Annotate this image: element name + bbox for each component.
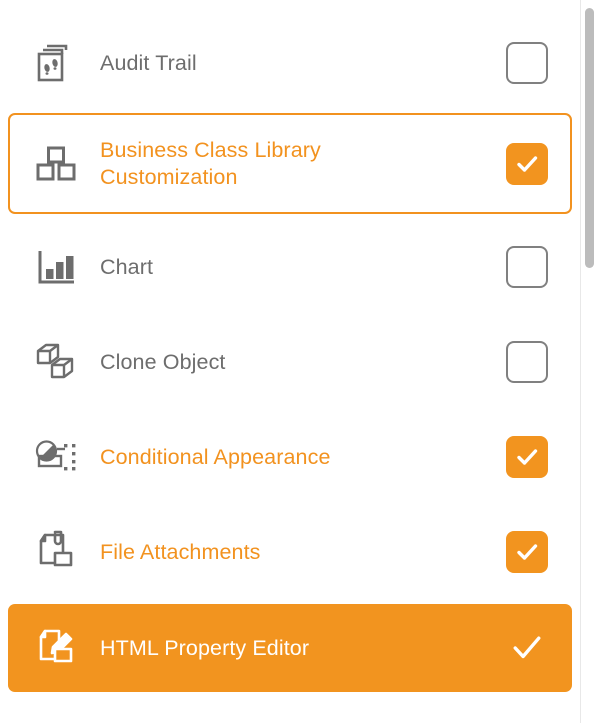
checkbox-cell[interactable]	[484, 531, 570, 573]
checkbox-file-attachments[interactable]	[506, 531, 548, 573]
html-property-editor-icon	[28, 625, 84, 671]
conditional-appearance-icon	[28, 434, 84, 480]
list-item-label: Audit Trail	[100, 50, 197, 75]
audit-trail-icon	[28, 40, 84, 86]
list-item-label: HTML Property Editor	[100, 635, 310, 660]
checkbox-chart[interactable]	[506, 246, 548, 288]
list-item[interactable]: HTML Property Editor	[8, 604, 572, 692]
checkbox-cell[interactable]	[484, 246, 570, 288]
list-item[interactable]: Audit Trail	[8, 20, 572, 106]
checkbox-cell[interactable]	[484, 436, 570, 478]
checkbox-conditional-appearance[interactable]	[506, 436, 548, 478]
checkbox-audit-trail[interactable]	[506, 42, 548, 84]
list-item-label: Chart	[100, 254, 154, 279]
list-item-label: Conditional Appearance	[100, 444, 331, 469]
checkbox-cell[interactable]	[484, 42, 570, 84]
list-item-label: Business Class Library Customization	[100, 137, 321, 189]
checkbox-business-class-library[interactable]	[506, 142, 548, 185]
clone-object-icon	[28, 339, 84, 385]
checkbox-html-property-editor[interactable]	[504, 625, 550, 671]
file-attachments-icon	[28, 529, 84, 575]
list-item[interactable]: File Attachments	[8, 509, 572, 595]
checkbox-cell[interactable]	[484, 341, 570, 383]
list-item[interactable]: Business Class Library Customization	[8, 113, 572, 214]
list-item[interactable]: Clone Object	[8, 319, 572, 405]
vertical-scrollbar[interactable]	[580, 0, 596, 723]
list-item-label: Clone Object	[100, 349, 226, 374]
scrollbar-thumb[interactable]	[585, 8, 594, 268]
feature-selection-list[interactable]: Audit Trail Business Class Library Custo…	[0, 0, 580, 723]
checkbox-cell[interactable]	[484, 625, 570, 671]
list-item[interactable]: Chart	[8, 224, 572, 310]
list-item[interactable]: Conditional Appearance	[8, 414, 572, 500]
business-class-library-icon	[28, 141, 84, 187]
checkbox-cell[interactable]	[484, 142, 570, 185]
list-item-label: File Attachments	[100, 539, 261, 564]
chart-icon	[28, 244, 84, 290]
checkbox-clone-object[interactable]	[506, 341, 548, 383]
